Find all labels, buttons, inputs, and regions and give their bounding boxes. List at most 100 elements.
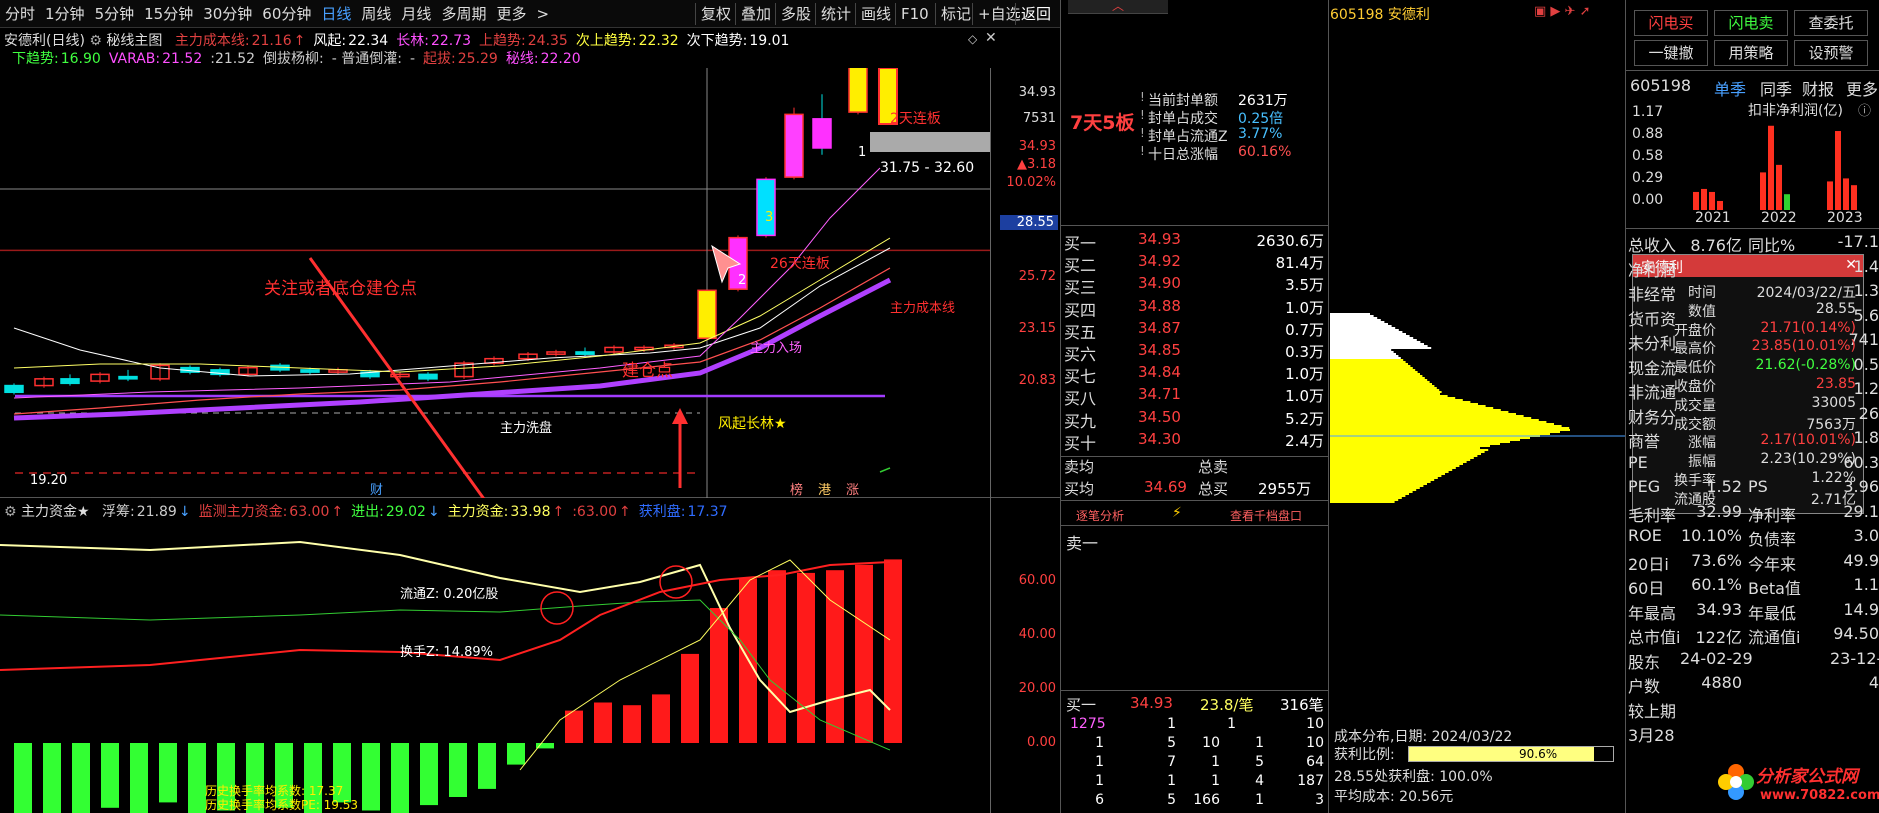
profit-ratio-label: 获利比例:: [1334, 747, 1395, 763]
capital-bar: [159, 743, 177, 803]
capital-bar: [623, 705, 641, 743]
chip-tool-icons[interactable]: ▣ ▶ ✈ ➚: [1534, 4, 1590, 19]
bid-level-label: 买四: [1064, 300, 1097, 320]
queue-cell: 1: [1095, 735, 1104, 751]
indicator-value: 22.20: [540, 51, 581, 67]
profit-bar: [1843, 178, 1849, 210]
chip-bar: [1330, 483, 1427, 485]
trade-button-0-0[interactable]: 闪电买: [1634, 10, 1708, 36]
chip-bar: [1330, 371, 1418, 373]
period-tab-2[interactable]: 5分钟: [90, 3, 140, 24]
bullet-icon: !: [1140, 144, 1145, 158]
toolbar-btn-8[interactable]: 返回: [1015, 3, 1056, 25]
chip-bar: [1330, 439, 1520, 441]
seal-stat-label: 当前封单额: [1148, 93, 1218, 109]
trade-button-1-0[interactable]: 一键撤: [1634, 40, 1708, 66]
toolbar-btn-2[interactable]: 多股: [775, 3, 816, 25]
period-tab-8[interactable]: 月线: [396, 3, 436, 24]
finance-value2: 4: [1868, 673, 1879, 692]
toolbar-btn-6[interactable]: 标记: [935, 3, 976, 25]
indicator-name[interactable]: 秘线主图: [106, 33, 162, 49]
trade-button-1-2[interactable]: 设预警: [1794, 40, 1868, 66]
settings-icon[interactable]: ⚙: [89, 33, 102, 49]
chip-bar: [1330, 501, 1395, 503]
popup-label: 开盘价: [1674, 322, 1716, 339]
popup-label: 成交量: [1674, 397, 1716, 414]
popup-label: 时间: [1688, 285, 1716, 301]
indicator-value: VARAB:: [108, 51, 161, 67]
trade-button-0-2[interactable]: 查委托: [1794, 10, 1868, 36]
trade-button-0-1[interactable]: 闪电卖: [1714, 10, 1788, 36]
indicator-value: ↓: [427, 504, 440, 520]
chip-bar: [1330, 389, 1440, 391]
period-tab-9[interactable]: 多周期: [436, 3, 491, 24]
finance-value: 34.93: [1696, 599, 1742, 619]
indicator-value: ↑: [293, 33, 306, 49]
watermark-title: 分析家公式网: [1756, 767, 1858, 787]
period-tab-5[interactable]: 60分钟: [257, 3, 316, 24]
tab-tick-analysis[interactable]: 逐笔分析: [1076, 507, 1124, 524]
period-tab-1[interactable]: 1分钟: [40, 3, 90, 24]
chip-bar: [1330, 463, 1463, 465]
capital-bar: [855, 564, 873, 743]
finance-label: 户数: [1628, 677, 1661, 696]
chevron-right-icon[interactable]: >: [531, 5, 554, 23]
finance-label: 商誉: [1628, 432, 1661, 451]
bid-volume: 1.0万: [1285, 365, 1324, 384]
close-icon[interactable]: ✕: [985, 30, 997, 46]
period-tab-3[interactable]: 15分钟: [139, 3, 198, 24]
indicator-value: 次下趋势:: [686, 33, 748, 49]
indicator-value: :21.52: [210, 51, 256, 67]
toolbar-btn-5[interactable]: F10: [895, 3, 934, 25]
indicator-value: 获利盘:: [638, 504, 686, 520]
finance-tab-0[interactable]: 单季: [1714, 76, 1746, 100]
period-tab-6[interactable]: 日线: [316, 3, 356, 24]
toolbar-btn-4[interactable]: 画线: [855, 3, 896, 25]
lightning-icon[interactable]: ⚡: [1172, 505, 1182, 521]
sub-axis-line: [990, 498, 991, 813]
toolbar-btn-1[interactable]: 叠加: [735, 3, 776, 25]
period-tab-7[interactable]: 周线: [356, 3, 396, 24]
sub-axis-label: 20.00: [1018, 681, 1056, 696]
capital-flow-chart[interactable]: 流通Z: 0.20亿股换手Z: 14.89% 历史换手率均系数: 17.37历史换…: [0, 520, 1060, 813]
candlestick-chart[interactable]: 关注或者底仓建仓点建仓点 2天连板 26天连板 31.75 - 32.60 主力成本线主…: [0, 68, 1060, 498]
tag-2: 涨: [846, 483, 859, 498]
chip-bar: [1330, 425, 1562, 427]
period-tab-0[interactable]: 分时: [0, 3, 40, 24]
finance-tab-1[interactable]: 同季: [1760, 76, 1792, 100]
indicator-value: 22.34: [348, 33, 389, 49]
period-tab-4[interactable]: 30分钟: [198, 3, 257, 24]
capital-bar: [536, 743, 554, 749]
finance-tab-2[interactable]: 财报: [1802, 76, 1834, 100]
chip-bar: [1330, 453, 1481, 455]
limit-bar: [870, 132, 990, 152]
finance-label: 净利润: [1628, 260, 1677, 280]
limit-badge: 7天5板: [1070, 112, 1135, 134]
chip-bar: [1330, 497, 1402, 499]
chip-bar: [1330, 485, 1424, 487]
trade-button-1-1[interactable]: 用策略: [1714, 40, 1788, 66]
limit-label: 2天连板: [890, 111, 941, 127]
chip-bar: [1330, 315, 1374, 317]
bid-price: 34.92: [1138, 252, 1181, 271]
toolbar-btn-0[interactable]: 复权: [695, 3, 736, 25]
settings-icon[interactable]: ⚙: [4, 504, 17, 520]
popup-label: 振幅: [1688, 454, 1716, 471]
popup-value: 2.17(10.01%): [1760, 432, 1856, 449]
period-tab-10[interactable]: 更多: [491, 3, 531, 24]
toolbar-btn-3[interactable]: 统计: [815, 3, 856, 25]
finance-tab-3[interactable]: 更多: [1846, 76, 1878, 100]
diamond-icon[interactable]: ◇: [968, 32, 977, 46]
finance-value: 4880: [1701, 673, 1742, 692]
finance-label2: 今年来: [1748, 554, 1797, 574]
buy1-summary-row: 买一 34.93 23.8/笔 316笔: [1062, 692, 1326, 714]
seal-stat-value: 3.77%: [1238, 126, 1283, 142]
turnover-label: 换手Z: 14.89%: [400, 645, 493, 660]
indicator-value: 次上趋势:: [575, 33, 637, 49]
chip-bar: [1330, 493, 1409, 495]
chip-bar: [1330, 339, 1417, 341]
tab-thousand-levels[interactable]: 查看千档盘口: [1230, 507, 1302, 524]
profit-axis-label: 0.88: [1632, 126, 1664, 142]
sub-indicator-name[interactable]: 主力资金★: [21, 504, 90, 520]
buy1-count: 316笔: [1280, 696, 1324, 714]
